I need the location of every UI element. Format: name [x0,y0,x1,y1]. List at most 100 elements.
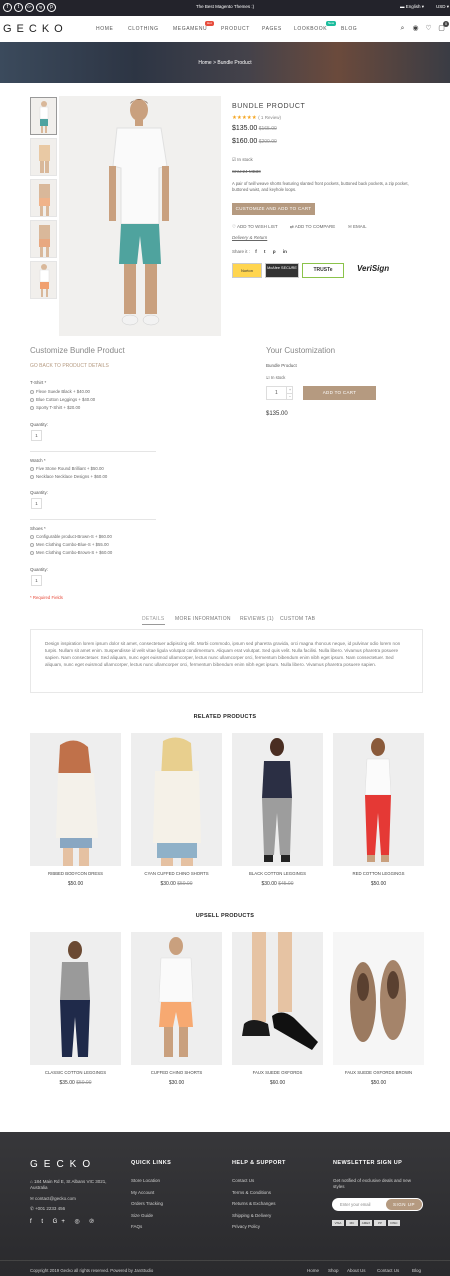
product-card-image[interactable] [232,932,323,1065]
footer-social-icons[interactable]: f t G+ ◎ ℗ [30,1218,98,1225]
product-price: $60.00 [269,1080,286,1086]
nav-product[interactable]: PRODUCT [221,26,250,32]
share-linkedin-icon[interactable]: in [283,249,287,254]
tab-custom[interactable]: CUSTOM TAB [280,616,315,622]
tab-details[interactable]: DETAILS [142,616,165,625]
tab-reviews[interactable]: REVIEWS (1) [240,616,274,622]
product-card-image[interactable] [131,932,222,1065]
footer-link[interactable]: Size Guide [131,1213,153,1218]
currency-select[interactable]: USD ▾ [436,4,449,10]
bottom-link-shop[interactable]: Shop [328,1268,339,1273]
account-icon[interactable]: ◉ [411,24,420,33]
product-name[interactable]: CUFFED CHINO SHORTS [131,1070,222,1075]
bottom-link-contact[interactable]: Contact Us [377,1268,399,1273]
product-thumbnail[interactable] [30,220,57,258]
site-logo[interactable]: GECKO [3,23,68,35]
delivery-return-link[interactable]: Delivery & Return [232,235,267,240]
wishlist-icon[interactable]: ♡ [424,24,433,33]
bundle-qty-stepper[interactable]: 1 + − [266,386,293,400]
footer-logo[interactable]: GECKO [30,1159,96,1170]
nav-lookbook[interactable]: LOOKBOOK [294,26,327,32]
option-radio[interactable]: Five Stone Round Brilliant + $50.00 [30,466,104,471]
cart-count: 0 [443,21,449,27]
footer-email[interactable]: ✉ contact@gecko.com [30,1196,76,1202]
share-pinterest-icon[interactable]: p [273,249,276,254]
review-count[interactable]: ( 1 Review) [258,115,281,120]
share-facebook-icon[interactable]: f [255,249,257,254]
qty-decrease-icon[interactable]: − [286,393,293,399]
quantity-input[interactable]: 1 [31,498,42,509]
add-to-cart-button[interactable]: ADD TO CART [303,386,376,400]
search-icon[interactable]: ⌕ [398,24,407,33]
share-twitter-icon[interactable]: t [264,249,266,254]
footer-link[interactable]: My Account [131,1190,154,1195]
footer-link[interactable]: Terms & Conditions [232,1190,271,1195]
product-name[interactable]: CLASSIC COTTON LEGGINGS [30,1070,121,1075]
bottom-link-about[interactable]: About Us [347,1268,366,1273]
product-card-image[interactable] [333,932,424,1065]
nav-home[interactable]: HOME [96,26,113,32]
nav-clothing[interactable]: CLOTHING [128,26,159,32]
option-radio[interactable]: Men Clothing Combo-Blue-S + $55.00 [30,542,109,547]
option-radio[interactable]: Sporty T-Shirt + $20.00 [30,405,80,410]
option-radio[interactable]: Necklace Necklace Designs + $60.00 [30,474,107,479]
footer-link[interactable]: Shipping & Delivery [232,1213,271,1218]
footer-link[interactable]: Store Location [131,1178,160,1183]
back-to-details-link[interactable]: GO BACK TO PRODUCT DETAILS [30,363,109,369]
customize-bundle-title: Customize Bundle Product [30,346,125,355]
product-name[interactable]: RED COTTON LEGGINGS [333,871,424,876]
tab-more-information[interactable]: MORE INFORMATION [175,616,231,622]
newsletter-signup-button[interactable]: SIGN UP [386,1199,422,1210]
product-price: $35.00 $50.00 [59,1080,92,1086]
product-thumbnail[interactable] [30,138,57,176]
product-card-image[interactable] [232,733,323,866]
add-to-compare-link[interactable]: ⇄ ADD TO COMPARE [290,224,335,230]
product-title: BUNDLE PRODUCT [232,103,306,110]
bottom-link-blog[interactable]: Blog [412,1268,421,1273]
product-thumbnail[interactable] [30,97,57,135]
bundle-stock: ☑ In stock [266,375,286,380]
customize-add-to-cart-button[interactable]: CUSTOMIZE AND ADD TO CART [232,203,315,215]
newsletter-email-input[interactable]: Enter your email [340,1202,371,1207]
bottom-link-home[interactable]: Home [307,1268,319,1273]
product-card-image[interactable] [30,932,121,1065]
product-name[interactable]: FAUX SUEDE OXFORDS [232,1070,323,1075]
option-radio[interactable]: Men Clothing Combo-Brown-S + $60.00 [30,550,112,555]
nav-megamenu[interactable]: MEGAMENU [173,26,207,32]
nav-pages[interactable]: PAGES [262,26,282,32]
product-card-image[interactable] [333,733,424,866]
product-main-image[interactable] [59,96,221,336]
footer-link[interactable]: Privacy Policy [232,1224,260,1229]
option-radio[interactable]: Configurable product-Brown-S + $60.00 [30,534,112,539]
footer-address: ⌂ 184 Main Rd E, St Albans VIC 3021, Aus… [30,1179,107,1190]
footer-link[interactable]: Contact Us [232,1178,254,1183]
option-radio[interactable]: Flexe Suede Black + $40.00 [30,389,90,394]
option-radio[interactable]: Blue Cotton Leggings + $40.00 [30,397,95,402]
quantity-label: Quantity: [30,490,49,495]
product-thumbnail[interactable] [30,179,57,217]
footer-link[interactable]: Orders Tracking [131,1201,163,1206]
product-thumbnail[interactable] [30,261,57,299]
footer-link[interactable]: Returns & Exchanges [232,1201,276,1206]
product-name[interactable]: FAUX SUEDE OXFORDS BROWN [333,1070,424,1075]
email-link[interactable]: ✉ EMAIL [348,224,367,230]
product-name[interactable]: BLACK COTTON LEGGINGS [232,871,323,876]
page-banner: Home > Bundle Product [0,42,450,83]
product-card-image[interactable] [30,733,121,866]
nav-blog[interactable]: BLOG [341,26,357,32]
product-card-image[interactable] [131,733,222,866]
price: $160.00 [232,138,258,145]
footer-link[interactable]: FAQs [131,1224,142,1229]
product-name[interactable]: RIBBED BODYCON DRESS [30,871,121,876]
breadcrumb-home[interactable]: Home [198,60,211,66]
bundle-product-name: Bundle Product [266,363,297,368]
language-select[interactable]: ▬ English ▾ [400,4,424,10]
breadcrumb: Home > Bundle Product [198,60,252,66]
product-price: $50.00 [370,1080,387,1086]
quantity-input[interactable]: 1 [31,575,42,586]
product-name[interactable]: CYAN CUFFED CHINO SHORTS [131,871,222,876]
add-to-wishlist-link[interactable]: ♡ ADD TO WISH LIST [232,224,278,230]
quantity-input[interactable]: 1 [31,430,42,441]
newsletter-text: Get notified of exclusive deals and new … [333,1178,412,1189]
new-badge: New [326,21,337,26]
